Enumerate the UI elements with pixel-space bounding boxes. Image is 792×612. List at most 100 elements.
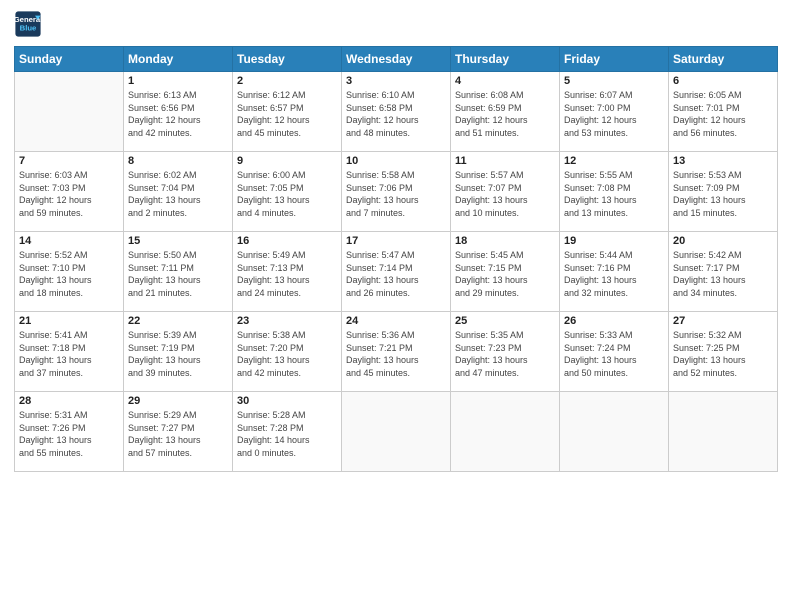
day-info: Sunrise: 5:49 AM Sunset: 7:13 PM Dayligh…: [237, 249, 337, 299]
day-number: 15: [128, 235, 228, 247]
calendar-cell: [560, 392, 669, 472]
day-info: Sunrise: 5:50 AM Sunset: 7:11 PM Dayligh…: [128, 249, 228, 299]
calendar-cell: 20 Sunrise: 5:42 AM Sunset: 7:17 PM Dayli…: [669, 232, 778, 312]
calendar-cell: 2 Sunrise: 6:12 AM Sunset: 6:57 PM Daylig…: [233, 72, 342, 152]
calendar-cell: [342, 392, 451, 472]
calendar-cell: 29 Sunrise: 5:29 AM Sunset: 7:27 PM Dayli…: [124, 392, 233, 472]
calendar-cell: 19 Sunrise: 5:44 AM Sunset: 7:16 PM Dayli…: [560, 232, 669, 312]
calendar-page: General Blue SundayMondayTuesdayWednesda…: [0, 0, 792, 612]
weekday-header-sunday: Sunday: [15, 47, 124, 72]
calendar-cell: 24 Sunrise: 5:36 AM Sunset: 7:21 PM Dayli…: [342, 312, 451, 392]
calendar-cell: 16 Sunrise: 5:49 AM Sunset: 7:13 PM Dayli…: [233, 232, 342, 312]
calendar-cell: 5 Sunrise: 6:07 AM Sunset: 7:00 PM Daylig…: [560, 72, 669, 152]
day-number: 3: [346, 75, 446, 87]
day-number: 22: [128, 315, 228, 327]
calendar-week-row: 21 Sunrise: 5:41 AM Sunset: 7:18 PM Dayli…: [15, 312, 778, 392]
day-info: Sunrise: 5:41 AM Sunset: 7:18 PM Dayligh…: [19, 329, 119, 379]
weekday-header-tuesday: Tuesday: [233, 47, 342, 72]
day-info: Sunrise: 5:45 AM Sunset: 7:15 PM Dayligh…: [455, 249, 555, 299]
day-number: 18: [455, 235, 555, 247]
day-number: 11: [455, 155, 555, 167]
page-header: General Blue: [14, 10, 778, 38]
calendar-cell: 17Sunrise: 5:47 AM Sunset: 7:14 PM Dayli…: [342, 232, 451, 312]
calendar-week-row: 1 Sunrise: 6:13 AM Sunset: 6:56 PM Daylig…: [15, 72, 778, 152]
day-number: 16: [237, 235, 337, 247]
calendar-week-row: 14 Sunrise: 5:52 AM Sunset: 7:10 PM Dayli…: [15, 232, 778, 312]
calendar-cell: 21 Sunrise: 5:41 AM Sunset: 7:18 PM Dayli…: [15, 312, 124, 392]
day-number: 1: [128, 75, 228, 87]
weekday-header-monday: Monday: [124, 47, 233, 72]
day-info: Sunrise: 5:39 AM Sunset: 7:19 PM Dayligh…: [128, 329, 228, 379]
calendar-cell: 25 Sunrise: 5:35 AM Sunset: 7:23 PM Dayli…: [451, 312, 560, 392]
day-number: 7: [19, 155, 119, 167]
calendar-cell: [669, 392, 778, 472]
calendar-cell: 3 Sunrise: 6:10 AM Sunset: 6:58 PM Daylig…: [342, 72, 451, 152]
day-number: 13: [673, 155, 773, 167]
day-number: 26: [564, 315, 664, 327]
day-info: Sunrise: 5:42 AM Sunset: 7:17 PM Dayligh…: [673, 249, 773, 299]
calendar-week-row: 28Sunrise: 5:31 AM Sunset: 7:26 PM Dayli…: [15, 392, 778, 472]
calendar-week-row: 7 Sunrise: 6:03 AM Sunset: 7:03 PM Daylig…: [15, 152, 778, 232]
calendar-cell: [15, 72, 124, 152]
calendar-cell: 4Sunrise: 6:08 AM Sunset: 6:59 PM Daylig…: [451, 72, 560, 152]
day-number: 14: [19, 235, 119, 247]
calendar-cell: 7 Sunrise: 6:03 AM Sunset: 7:03 PM Daylig…: [15, 152, 124, 232]
day-number: 21: [19, 315, 119, 327]
calendar-cell: 9Sunrise: 6:00 AM Sunset: 7:05 PM Daylig…: [233, 152, 342, 232]
weekday-header-row: SundayMondayTuesdayWednesdayThursdayFrid…: [15, 47, 778, 72]
day-number: 23: [237, 315, 337, 327]
day-info: Sunrise: 6:12 AM Sunset: 6:57 PM Dayligh…: [237, 89, 337, 139]
calendar-cell: 26 Sunrise: 5:33 AM Sunset: 7:24 PM Dayli…: [560, 312, 669, 392]
day-number: 4: [455, 75, 555, 87]
day-number: 29: [128, 395, 228, 407]
day-info: Sunrise: 5:58 AM Sunset: 7:06 PM Dayligh…: [346, 169, 446, 219]
day-info: Sunrise: 5:29 AM Sunset: 7:27 PM Dayligh…: [128, 409, 228, 459]
calendar-cell: 30 Sunrise: 5:28 AM Sunset: 7:28 PM Dayli…: [233, 392, 342, 472]
calendar-cell: 27 Sunrise: 5:32 AM Sunset: 7:25 PM Dayli…: [669, 312, 778, 392]
day-number: 9: [237, 155, 337, 167]
day-info: Sunrise: 6:10 AM Sunset: 6:58 PM Dayligh…: [346, 89, 446, 139]
day-info: Sunrise: 6:02 AM Sunset: 7:04 PM Dayligh…: [128, 169, 228, 219]
day-info: Sunrise: 5:36 AM Sunset: 7:21 PM Dayligh…: [346, 329, 446, 379]
day-number: 30: [237, 395, 337, 407]
calendar-cell: 23 Sunrise: 5:38 AM Sunset: 7:20 PM Dayli…: [233, 312, 342, 392]
day-info: Sunrise: 6:07 AM Sunset: 7:00 PM Dayligh…: [564, 89, 664, 139]
day-info: Sunrise: 6:03 AM Sunset: 7:03 PM Dayligh…: [19, 169, 119, 219]
calendar-cell: 28Sunrise: 5:31 AM Sunset: 7:26 PM Dayli…: [15, 392, 124, 472]
day-info: Sunrise: 5:57 AM Sunset: 7:07 PM Dayligh…: [455, 169, 555, 219]
calendar-table: SundayMondayTuesdayWednesdayThursdayFrid…: [14, 46, 778, 472]
day-info: Sunrise: 5:52 AM Sunset: 7:10 PM Dayligh…: [19, 249, 119, 299]
day-number: 6: [673, 75, 773, 87]
day-number: 12: [564, 155, 664, 167]
calendar-cell: 15 Sunrise: 5:50 AM Sunset: 7:11 PM Dayli…: [124, 232, 233, 312]
day-number: 25: [455, 315, 555, 327]
calendar-cell: 10 Sunrise: 5:58 AM Sunset: 7:06 PM Dayli…: [342, 152, 451, 232]
day-number: 5: [564, 75, 664, 87]
day-number: 20: [673, 235, 773, 247]
day-info: Sunrise: 5:35 AM Sunset: 7:23 PM Dayligh…: [455, 329, 555, 379]
day-info: Sunrise: 6:13 AM Sunset: 6:56 PM Dayligh…: [128, 89, 228, 139]
day-info: Sunrise: 5:38 AM Sunset: 7:20 PM Dayligh…: [237, 329, 337, 379]
day-number: 2: [237, 75, 337, 87]
weekday-header-thursday: Thursday: [451, 47, 560, 72]
calendar-cell: 11 Sunrise: 5:57 AM Sunset: 7:07 PM Dayli…: [451, 152, 560, 232]
day-number: 27: [673, 315, 773, 327]
day-number: 10: [346, 155, 446, 167]
day-number: 24: [346, 315, 446, 327]
day-info: Sunrise: 6:05 AM Sunset: 7:01 PM Dayligh…: [673, 89, 773, 139]
day-info: Sunrise: 5:44 AM Sunset: 7:16 PM Dayligh…: [564, 249, 664, 299]
calendar-cell: 18 Sunrise: 5:45 AM Sunset: 7:15 PM Dayli…: [451, 232, 560, 312]
weekday-header-friday: Friday: [560, 47, 669, 72]
calendar-cell: 12Sunrise: 5:55 AM Sunset: 7:08 PM Dayli…: [560, 152, 669, 232]
svg-text:Blue: Blue: [20, 23, 37, 32]
day-info: Sunrise: 5:33 AM Sunset: 7:24 PM Dayligh…: [564, 329, 664, 379]
calendar-cell: 6 Sunrise: 6:05 AM Sunset: 7:01 PM Daylig…: [669, 72, 778, 152]
calendar-cell: [451, 392, 560, 472]
day-number: 19: [564, 235, 664, 247]
calendar-cell: 1 Sunrise: 6:13 AM Sunset: 6:56 PM Daylig…: [124, 72, 233, 152]
logo-icon: General Blue: [14, 10, 42, 38]
day-info: Sunrise: 5:28 AM Sunset: 7:28 PM Dayligh…: [237, 409, 337, 459]
calendar-cell: 13 Sunrise: 5:53 AM Sunset: 7:09 PM Dayli…: [669, 152, 778, 232]
day-info: Sunrise: 5:32 AM Sunset: 7:25 PM Dayligh…: [673, 329, 773, 379]
day-info: Sunrise: 5:53 AM Sunset: 7:09 PM Dayligh…: [673, 169, 773, 219]
